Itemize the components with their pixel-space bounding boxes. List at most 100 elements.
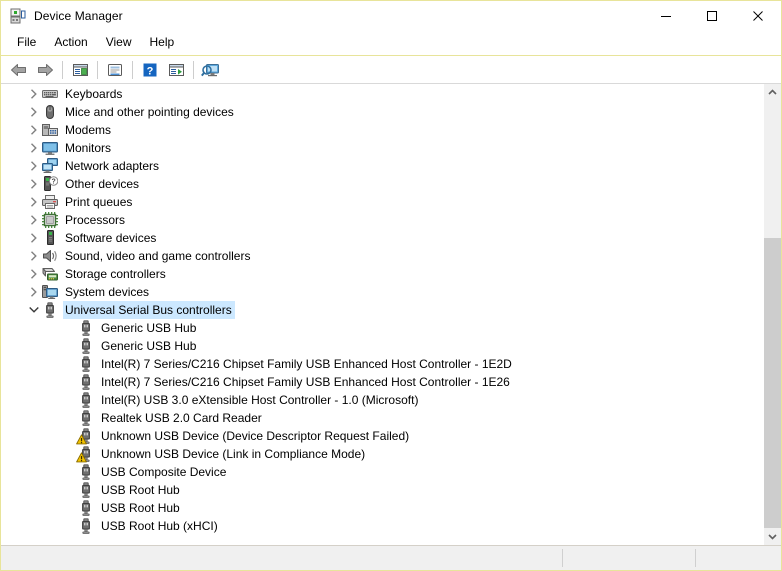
usb-icon (78, 482, 94, 498)
usb-icon (78, 410, 94, 426)
chevron-right-icon[interactable] (26, 266, 42, 282)
tree-row[interactable]: USB Root Hub (1, 499, 763, 517)
chevron-right-icon[interactable] (26, 176, 42, 192)
tree-row-label: Intel(R) 7 Series/C216 Chipset Family US… (101, 357, 512, 371)
close-button[interactable] (735, 1, 781, 30)
menu-item-help[interactable]: Help (141, 32, 184, 53)
tree-row[interactable]: Realtek USB 2.0 Card Reader (1, 409, 763, 427)
chevron-right-icon[interactable] (26, 140, 42, 156)
show-hide-console-tree-button[interactable] (67, 58, 93, 82)
tree-row[interactable]: System devices (1, 283, 763, 301)
software-device-icon (42, 230, 58, 246)
device-tree[interactable]: Keyboards Mice and other pointing devices… (1, 84, 763, 545)
tree-row[interactable]: Print queues (1, 193, 763, 211)
tree-row[interactable]: ? Other devices (1, 175, 763, 193)
tree-row-label: Software devices (65, 231, 157, 245)
tree-row[interactable]: Storage controllers (1, 265, 763, 283)
back-button[interactable] (6, 58, 32, 82)
keyboard-icon (42, 86, 58, 102)
window-controls (643, 1, 781, 30)
scan-for-hardware-changes-button[interactable] (198, 58, 224, 82)
chevron-right-icon[interactable] (26, 86, 42, 102)
chevron-right-icon[interactable] (26, 230, 42, 246)
tree-row[interactable]: Generic USB Hub (1, 319, 763, 337)
vertical-scrollbar[interactable] (763, 84, 781, 545)
tree-row-label: Generic USB Hub (101, 321, 197, 335)
tree-row-label: USB Composite Device (101, 465, 227, 479)
tree-row[interactable]: Monitors (1, 139, 763, 157)
usb-icon (78, 338, 94, 354)
tree-row-label: Universal Serial Bus controllers (63, 301, 235, 319)
processor-icon (42, 212, 58, 228)
chevron-right-icon[interactable] (26, 248, 42, 264)
status-pane-1 (1, 546, 562, 570)
chevron-right-icon[interactable] (26, 194, 42, 210)
device-manager-window: Device Manager File Action View Help ? K… (0, 0, 782, 571)
tree-row[interactable]: USB Root Hub (xHCI) (1, 517, 763, 535)
tree-row[interactable]: Keyboards (1, 85, 763, 103)
usb-icon (78, 464, 94, 480)
other-device-icon: ? (42, 176, 58, 192)
help-button[interactable]: ? (137, 58, 163, 82)
tree-row[interactable]: Unknown USB Device (Link in Compliance M… (1, 445, 763, 463)
usb-icon (78, 374, 94, 390)
toolbar-separator-2 (97, 60, 98, 79)
tree-row-label: Print queues (65, 195, 133, 209)
scrollbar-track[interactable] (764, 101, 781, 528)
scrollbar-thumb[interactable] (764, 237, 781, 528)
monitor-icon (42, 140, 58, 156)
svg-text:?: ? (51, 179, 55, 186)
tree-row[interactable]: USB Composite Device (1, 463, 763, 481)
tree-row[interactable]: Software devices (1, 229, 763, 247)
minimize-button[interactable] (643, 1, 689, 30)
chevron-right-icon[interactable] (26, 284, 42, 300)
tree-row[interactable]: Sound, video and game controllers (1, 247, 763, 265)
toolbar-separator-4 (193, 60, 194, 79)
tree-row[interactable]: Intel(R) 7 Series/C216 Chipset Family US… (1, 373, 763, 391)
chevron-right-icon[interactable] (26, 122, 42, 138)
tree-row-label: Storage controllers (65, 267, 166, 281)
warning-overlay-icon (76, 452, 87, 463)
tree-row[interactable]: Network adapters (1, 157, 763, 175)
forward-button[interactable] (32, 58, 58, 82)
tree-row-label: USB Root Hub (101, 501, 180, 515)
window-title: Device Manager (34, 8, 123, 23)
tree-row-label: System devices (65, 285, 150, 299)
tree-row[interactable]: Intel(R) USB 3.0 eXtensible Host Control… (1, 391, 763, 409)
menu-item-view[interactable]: View (97, 32, 141, 53)
status-bar (1, 546, 781, 570)
tree-row[interactable]: Intel(R) 7 Series/C216 Chipset Family US… (1, 355, 763, 373)
tree-row[interactable]: Unknown USB Device (Device Descriptor Re… (1, 427, 763, 445)
tree-row-label: Generic USB Hub (101, 339, 197, 353)
maximize-button[interactable] (689, 1, 735, 30)
tree-row-label: Unknown USB Device (Device Descriptor Re… (101, 429, 410, 443)
tree-row[interactable]: Processors (1, 211, 763, 229)
toolbar-separator-3 (132, 60, 133, 79)
chevron-right-icon[interactable] (26, 158, 42, 174)
menu-item-action[interactable]: Action (45, 32, 96, 53)
menu-item-file[interactable]: File (8, 32, 45, 53)
tree-row[interactable]: Modems (1, 121, 763, 139)
tree-row-label: Intel(R) USB 3.0 eXtensible Host Control… (101, 393, 419, 407)
menu-bar: File Action View Help (1, 30, 781, 56)
chevron-right-icon[interactable] (26, 212, 42, 228)
update-driver-button[interactable] (163, 58, 189, 82)
tree-row[interactable]: Generic USB Hub (1, 337, 763, 355)
tree-row[interactable]: Universal Serial Bus controllers (1, 301, 763, 319)
network-adapter-icon (42, 158, 58, 174)
svg-text:?: ? (147, 65, 154, 77)
tree-row[interactable]: USB Root Hub (1, 481, 763, 499)
chevron-down-icon[interactable] (26, 302, 42, 318)
scroll-down-arrow-icon[interactable] (764, 528, 781, 545)
tree-row[interactable]: Mice and other pointing devices (1, 103, 763, 121)
scroll-up-arrow-icon[interactable] (764, 84, 781, 101)
chevron-right-icon[interactable] (26, 104, 42, 120)
properties-button[interactable] (102, 58, 128, 82)
usb-icon (78, 392, 94, 408)
